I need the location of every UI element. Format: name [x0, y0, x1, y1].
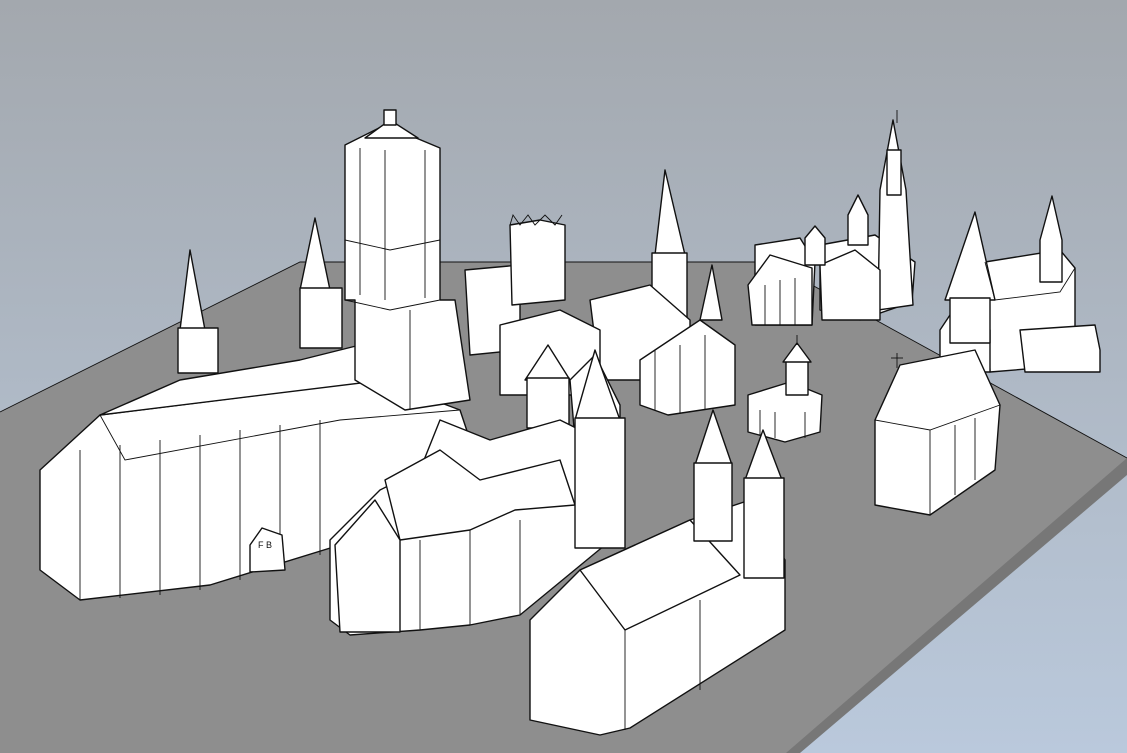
door-letters: F B: [258, 540, 272, 550]
model-viewport[interactable]: F B: [0, 0, 1127, 753]
